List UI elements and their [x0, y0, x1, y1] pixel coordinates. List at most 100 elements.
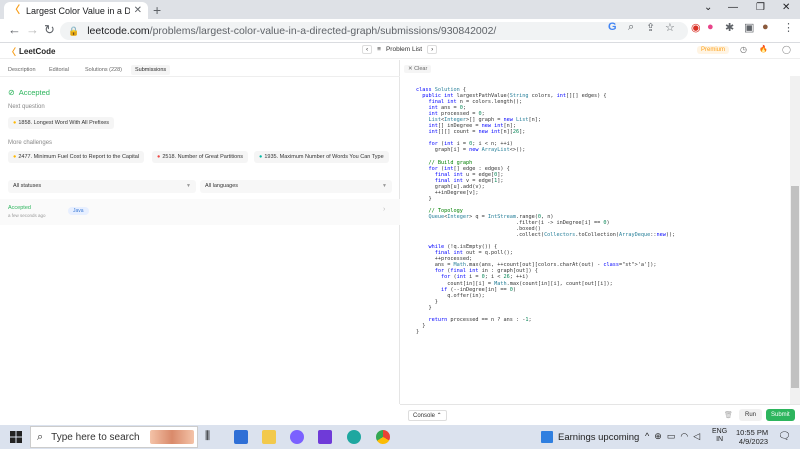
chevron-right-icon: ›: [383, 206, 386, 213]
browser-tab-strip: 〈 Largest Color Value in a Directed ✕ + …: [0, 0, 800, 19]
region-code: IN: [716, 436, 724, 443]
app-purple-icon[interactable]: [318, 430, 332, 444]
problem-list-button[interactable]: Problem List: [386, 46, 422, 53]
trash-icon[interactable]: 🗑: [724, 411, 733, 419]
premium-button[interactable]: Premium: [697, 46, 730, 54]
chevron-down-icon: ▼: [186, 183, 191, 189]
check-circle-icon: ⊘: [8, 88, 15, 97]
browser-tab[interactable]: 〈 Largest Color Value in a Directed ✕: [4, 2, 148, 19]
tab-submissions[interactable]: Submissions: [131, 65, 171, 75]
system-clock[interactable]: 10:55 PM 4/9/2023: [736, 428, 768, 446]
status-filter-value: All statuses: [13, 183, 42, 189]
extension-red-icon[interactable]: ◉: [691, 21, 701, 34]
tab-search-icon[interactable]: ⌄: [704, 2, 712, 13]
extension-pink-icon[interactable]: ●: [707, 21, 714, 33]
next-problem-button[interactable]: ›: [427, 45, 438, 54]
wifi-icon[interactable]: ◠: [680, 431, 688, 441]
store-app-icon[interactable]: [290, 430, 304, 444]
medium-dot-icon: ●: [13, 154, 17, 160]
clock-date: 4/9/2023: [738, 437, 769, 446]
chevron-up-icon[interactable]: ^: [645, 431, 649, 441]
tab-solutions[interactable]: Solutions (228): [85, 67, 122, 73]
language-filter-value: All languages: [205, 183, 239, 189]
tab-title: Largest Color Value in a Directed: [26, 5, 130, 16]
run-button[interactable]: Run: [739, 409, 763, 421]
task-view-icon[interactable]: ⫼: [205, 430, 210, 443]
leetcode-logo-icon: 〈: [7, 47, 17, 57]
more-challenges-label: More challenges: [8, 140, 53, 146]
battery-icon[interactable]: ▭: [667, 431, 676, 441]
tab-description[interactable]: Description: [8, 67, 36, 73]
challenge-title: 2518. Number of Great Partitions: [162, 154, 244, 160]
window-close-button[interactable]: ✕: [782, 2, 790, 13]
zoom-icon[interactable]: ⌕: [628, 21, 634, 34]
scrollbar-thumb[interactable]: [791, 186, 799, 388]
console-label: Console: [413, 413, 436, 419]
language-badge: Java: [68, 207, 89, 215]
user-avatar[interactable]: ◯: [782, 45, 791, 54]
network-icon[interactable]: ⊕: [654, 431, 662, 441]
challenge-chip[interactable]: ● 2477. Minimum Fuel Cost to Report to th…: [8, 151, 145, 163]
clear-button[interactable]: ✕ Clear: [404, 65, 432, 73]
logo-text: LeetCode: [19, 47, 56, 56]
side-panel-icon[interactable]: ▣: [744, 21, 754, 34]
language-filter-select[interactable]: All languages ▼: [200, 180, 392, 193]
next-question-title: 1858. Longest Word With All Prefixes: [18, 120, 110, 126]
search-highlight-image[interactable]: [150, 430, 194, 444]
chrome-menu-icon[interactable]: ⋮: [783, 21, 794, 34]
submission-row[interactable]: Accepted a few seconds ago Java ›: [0, 199, 400, 225]
news-icon: [541, 431, 553, 443]
share-icon[interactable]: ⇪: [646, 21, 655, 34]
back-arrow-icon[interactable]: ←: [8, 22, 21, 37]
search-placeholder: Type here to search: [51, 431, 140, 443]
minimize-button[interactable]: —: [728, 2, 738, 13]
maximize-button[interactable]: ❐: [756, 2, 765, 13]
language-code: ENG: [712, 428, 728, 435]
address-bar[interactable]: 🔒 leetcode.com/problems/largest-color-va…: [60, 22, 688, 40]
tab-editorial[interactable]: Editorial: [49, 67, 69, 73]
edge-browser-icon[interactable]: [347, 430, 361, 444]
status-filter-select[interactable]: All statuses ▼: [8, 180, 196, 193]
reload-icon[interactable]: ↻: [44, 22, 55, 38]
chrome-browser-icon[interactable]: [376, 430, 390, 444]
mail-app-icon[interactable]: [234, 430, 248, 444]
extensions-puzzle-icon[interactable]: ✱: [725, 21, 734, 34]
input-language[interactable]: ENG IN: [712, 428, 727, 444]
challenge-chip[interactable]: ● 1935. Maximum Number of Words You Can T…: [254, 151, 389, 163]
streak-fire-icon[interactable]: 🔥: [759, 45, 768, 53]
bookmark-star-icon[interactable]: ☆: [665, 21, 675, 34]
timer-icon[interactable]: ◷: [740, 45, 747, 54]
code-editor[interactable]: class Solution { public int largestPathV…: [416, 87, 788, 335]
code-editor-panel: ✕ Clear class Solution { public int larg…: [400, 60, 800, 404]
editor-scrollbar[interactable]: [790, 76, 800, 404]
google-g-icon[interactable]: G: [608, 21, 617, 33]
tab-close-icon[interactable]: ✕: [134, 5, 142, 16]
submission-time: a few seconds ago: [8, 213, 46, 218]
clear-label: Clear: [414, 66, 428, 72]
new-tab-button[interactable]: +: [153, 2, 161, 18]
url-path: /problems/largest-color-value-in-a-direc…: [149, 25, 497, 37]
clock-time: 10:55 PM: [736, 428, 769, 437]
hard-dot-icon: ●: [157, 154, 161, 160]
console-bar: Console ⌃ 🗑 Run Submit: [400, 404, 800, 425]
prev-problem-button[interactable]: ‹: [362, 45, 373, 54]
file-explorer-icon[interactable]: [262, 430, 276, 444]
volume-icon[interactable]: ◁: [693, 431, 700, 441]
next-question-chip[interactable]: ● 1858. Longest Word With All Prefixes: [8, 117, 115, 129]
notification-icon[interactable]: 🗨: [778, 431, 791, 442]
accepted-label: Accepted: [18, 88, 50, 97]
forward-arrow-icon[interactable]: →: [26, 22, 39, 37]
search-icon: ⌕: [37, 430, 44, 443]
challenge-title: 2477. Minimum Fuel Cost to Report to the…: [18, 154, 140, 160]
leetcode-favicon-icon: 〈: [10, 4, 20, 16]
url-host: leetcode.com: [87, 25, 150, 37]
accepted-status: ⊘ Accepted: [8, 88, 50, 97]
challenge-chip[interactable]: ● 2518. Number of Great Partitions: [152, 151, 249, 163]
submit-button[interactable]: Submit: [766, 409, 795, 421]
profile-avatar[interactable]: ●: [762, 21, 769, 33]
windows-start-icon[interactable]: [10, 431, 22, 443]
system-tray: ^ ⊕ ▭ ◠ ◁: [645, 431, 700, 442]
weather-widget[interactable]: Earnings upcoming: [541, 431, 639, 443]
console-toggle-button[interactable]: Console ⌃: [408, 410, 447, 421]
leetcode-logo[interactable]: 〈 LeetCode: [7, 45, 55, 58]
